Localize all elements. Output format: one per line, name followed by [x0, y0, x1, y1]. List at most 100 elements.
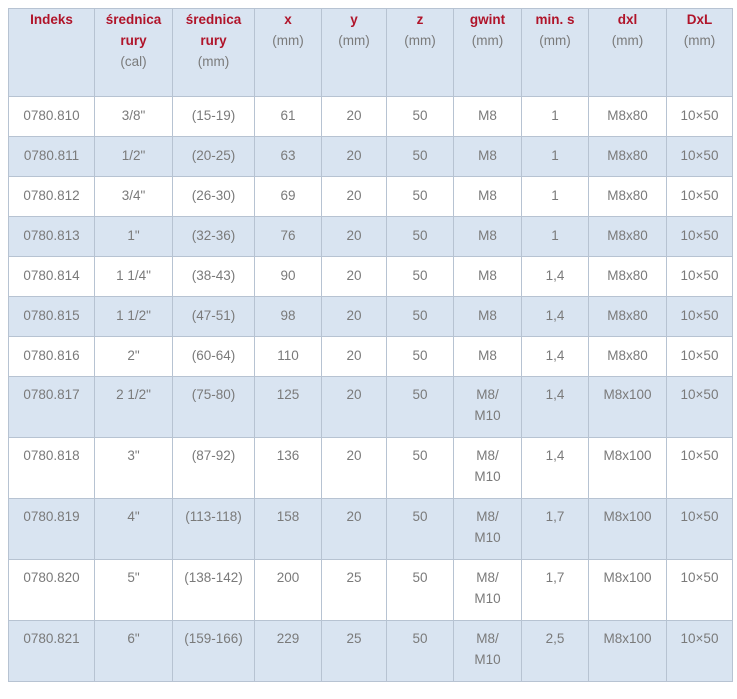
- column-header: y (mm): [321, 8, 387, 97]
- cell-value: 61: [280, 108, 296, 123]
- column-header: DxL (mm): [666, 8, 733, 97]
- cell-value: 0780.819: [23, 509, 80, 524]
- cell-value: 2,5: [545, 631, 565, 646]
- cell-value: M8x80: [607, 188, 648, 203]
- cell-value: 0780.821: [23, 631, 80, 646]
- cell-cal: 1": [94, 216, 173, 257]
- cell-cal: 2": [94, 336, 173, 377]
- table-row: 0780.813 1" (32-36) 76 20 50 M8 1 M8x80 10×50: [8, 216, 733, 257]
- cell-value: 1 1/2": [116, 308, 151, 323]
- cell-value: 0780.810: [23, 108, 80, 123]
- cell-y: 20: [321, 216, 387, 257]
- cell-value: M8x100: [603, 387, 652, 402]
- cell-value: 10×50: [680, 108, 719, 123]
- cell-value: 20: [346, 308, 362, 323]
- cell-x: 76: [254, 216, 322, 257]
- cell-dxl: 10×50: [666, 498, 733, 560]
- cell-value: 0780.812: [23, 188, 80, 203]
- cell-value: 0780.815: [23, 308, 80, 323]
- column-header: x (mm): [254, 8, 322, 97]
- cell-z: 50: [386, 256, 454, 297]
- cell-cal: 1/2": [94, 136, 173, 177]
- cell-y: 20: [321, 256, 387, 297]
- cell-dxl: M8x80: [588, 96, 667, 137]
- cell-value: (75-80): [191, 387, 236, 402]
- cell-value: M8/: [476, 509, 499, 524]
- cell-cal: 4": [94, 498, 173, 560]
- cell-value: 20: [346, 228, 362, 243]
- cell-dxl: 10×50: [666, 336, 733, 377]
- cell-value: 1: [551, 188, 559, 203]
- cell-value: 3": [127, 448, 140, 463]
- table-row: 0780.814 1 1/4" (38-43) 90 20 50 M8 1,4 M8x80 10×…: [8, 256, 733, 297]
- table-row: 0780.812 3/4" (26-30) 69 20 50 M8 1 M8x80 10×50: [8, 176, 733, 217]
- cell-value: 20: [346, 268, 362, 283]
- cell-value: 10×50: [680, 308, 719, 323]
- cell-value: 1: [551, 108, 559, 123]
- cell-indeks: 0780.821: [8, 620, 95, 682]
- cell-z: 50: [386, 336, 454, 377]
- cell-value: 25: [346, 631, 362, 646]
- cell-dxl: M8x80: [588, 136, 667, 177]
- cell-value: 76: [280, 228, 296, 243]
- cell-y: 20: [321, 136, 387, 177]
- cell-z: 50: [386, 176, 454, 217]
- cell-dxl: M8x100: [588, 620, 667, 682]
- cell-value: 50: [412, 228, 428, 243]
- cell-z: 50: [386, 216, 454, 257]
- cell-value: (87-92): [191, 448, 236, 463]
- table-wrapper: Indeks średnica rury (cal) średnica rury (mm) x…: [0, 0, 737, 682]
- cell-value: 10×50: [680, 348, 719, 363]
- table-body: 0780.810 3/8" (15-19) 61 20 50 M8 1 M8x80 10×50 07…: [8, 96, 733, 682]
- cell-value: M8x80: [607, 308, 648, 323]
- cell-indeks: 0780.810: [8, 96, 95, 137]
- cell-value: M8: [478, 348, 497, 363]
- cell-value: M8x100: [603, 631, 652, 646]
- cell-gwint: M8/M10: [453, 498, 522, 560]
- cell-x: 158: [254, 498, 322, 560]
- cell-value: 20: [346, 348, 362, 363]
- column-header: średnica rury (mm): [172, 8, 255, 97]
- cell-value: 50: [412, 308, 428, 323]
- cell-value: M8x80: [607, 108, 648, 123]
- cell-mm: (159-166): [172, 620, 255, 682]
- column-header-unit: (mm): [611, 33, 644, 48]
- cell-z: 50: [386, 96, 454, 137]
- cell-value: M8x80: [607, 148, 648, 163]
- cell-z: 50: [386, 437, 454, 499]
- cell-value: 20: [346, 387, 362, 402]
- cell-value: 1": [127, 228, 140, 243]
- column-header: z (mm): [386, 8, 454, 97]
- cell-value: M8x80: [607, 268, 648, 283]
- cell-y: 20: [321, 336, 387, 377]
- cell-gwint: M8: [453, 216, 522, 257]
- cell-dxl: M8x80: [588, 256, 667, 297]
- cell-x: 63: [254, 136, 322, 177]
- cell-mm: (20-25): [172, 136, 255, 177]
- cell-value: 50: [412, 509, 428, 524]
- product-spec-table: Indeks średnica rury (cal) średnica rury (mm) x…: [8, 8, 733, 682]
- column-header: min. s (mm): [521, 8, 589, 97]
- cell-mm: (87-92): [172, 437, 255, 499]
- cell-indeks: 0780.812: [8, 176, 95, 217]
- cell-value: (113-118): [185, 509, 242, 524]
- cell-value: 200: [276, 570, 300, 585]
- cell-value: 1: [551, 148, 559, 163]
- table-row: 0780.815 1 1/2" (47-51) 98 20 50 M8 1,4 M8x80 10×…: [8, 296, 733, 337]
- cell-value: 0780.814: [23, 268, 80, 283]
- cell-dxl: 10×50: [666, 376, 733, 438]
- cell-mm: (26-30): [172, 176, 255, 217]
- cell-x: 200: [254, 559, 322, 621]
- cell-value: 2 1/2": [116, 387, 151, 402]
- cell-value: 50: [412, 631, 428, 646]
- cell-value: 1,4: [545, 308, 565, 323]
- cell-value: 158: [276, 509, 300, 524]
- cell-cal: 3": [94, 437, 173, 499]
- cell-value: (159-166): [184, 631, 243, 646]
- cell-indeks: 0780.814: [8, 256, 95, 297]
- cell-value: M8: [478, 228, 497, 243]
- cell-value: M8/: [476, 387, 499, 402]
- cell-value: 50: [412, 108, 428, 123]
- cell-indeks: 0780.815: [8, 296, 95, 337]
- cell-value: (20-25): [191, 148, 236, 163]
